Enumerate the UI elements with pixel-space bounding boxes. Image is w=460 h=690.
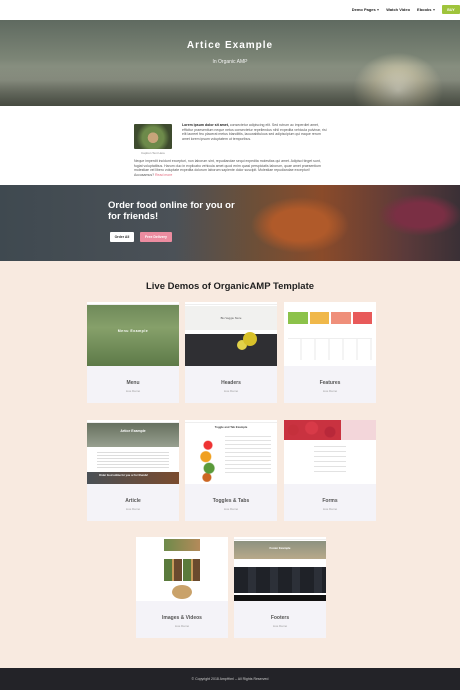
live-demo-link[interactable]: Live Demo — [87, 507, 179, 511]
feature-block — [331, 312, 351, 324]
demo-card-toggles-tabs[interactable]: Toggle and Tab Example Toggles & Tabs Li… — [185, 420, 277, 521]
thumb-title: Menu Example — [117, 329, 149, 333]
thumb-title: Artice Example — [120, 429, 146, 433]
demo-card-footers[interactable]: Footer Example Footers Live Demo — [234, 537, 326, 638]
thumb-text-lines — [225, 436, 271, 476]
demo-card-images-videos[interactable]: Images & Videos Live Demo — [136, 537, 228, 638]
thumb-dark-area — [185, 334, 277, 366]
thumb-banner-text: Order food online for you or for friends… — [99, 474, 148, 477]
page-subtitle: In Organic AMP — [212, 59, 248, 65]
thumb-text-lines — [97, 452, 169, 470]
demo-thumbnail: Toggle and Tab Example — [185, 420, 277, 484]
vegetables-image — [197, 436, 219, 482]
section-title: Live Demos of OrganicAMP Template — [145, 281, 315, 292]
thumb-banner: Order food online for you or for friends… — [87, 472, 179, 484]
live-demo-link[interactable]: Live Demo — [234, 624, 326, 628]
article-text-continued: Neque imperdit incidunt excepturi, non l… — [134, 159, 328, 177]
demo-card-features[interactable]: Features Live Demo — [284, 302, 376, 403]
thumb-feature-row — [284, 312, 376, 324]
nav-item-watch-video[interactable]: Watch Video — [386, 7, 410, 12]
demo-thumbnail — [136, 537, 228, 601]
thumb-header-bar — [87, 302, 179, 305]
thumb-image-strip — [164, 539, 200, 551]
free-delivery-button[interactable]: Free Delivery — [140, 232, 172, 242]
article-lead: Lorem ipsum dolor sit amet, — [182, 123, 229, 127]
demo-thumbnail — [284, 420, 376, 484]
hero-banner: Artice Example In Organic AMP — [0, 20, 460, 106]
live-demo-link[interactable]: Live Demo — [284, 507, 376, 511]
demo-card-article[interactable]: Artice Example Order food online for you… — [87, 420, 179, 521]
buy-button[interactable]: BUY — [442, 5, 460, 14]
live-demo-link[interactable]: Live Demo — [136, 624, 228, 628]
demo-thumbnail — [284, 302, 376, 366]
nav-item-label: Demo Pages — [351, 7, 376, 12]
card-title: Article — [125, 498, 141, 504]
feature-block — [288, 312, 308, 324]
order-all-button[interactable]: Order All — [110, 232, 134, 242]
demo-thumbnail: Artice Example Order food online for you… — [87, 420, 179, 484]
demo-card-menu[interactable]: Menu Example Menu Live Demo — [87, 302, 179, 403]
hero-background-image — [0, 66, 460, 106]
nav-item-ebooks[interactable]: Ebooks — [417, 7, 435, 12]
card-title: Forms — [322, 498, 338, 504]
nav-item-label: Ebooks — [417, 7, 432, 12]
thumb-footer-bar — [234, 595, 326, 601]
chevron-down-icon — [433, 8, 435, 11]
page-footer: © Copyright 2018 AmpHtml – All Rights Re… — [0, 668, 460, 690]
image-caption: Caption Text Here — [141, 151, 165, 155]
demo-card-forms[interactable]: Forms Live Demo — [284, 420, 376, 521]
order-banner: Order food online for you or for friends… — [0, 185, 460, 261]
feature-block — [309, 312, 329, 324]
nav-item-label: Watch Video — [386, 7, 411, 12]
live-demo-link[interactable]: Live Demo — [185, 507, 277, 511]
strawberries-image — [284, 420, 376, 440]
card-title: Toggles & Tabs — [212, 498, 250, 504]
read-more-link[interactable]: Read more — [155, 173, 172, 177]
article-image — [134, 124, 172, 149]
demo-card-headers[interactable]: Bio Veggie Store Headers Live Demo — [185, 302, 277, 403]
thumb-form-lines — [314, 446, 346, 472]
thumb-hero: Footer Example — [234, 541, 326, 559]
live-demo-link[interactable]: Live Demo — [185, 389, 277, 393]
thumb-title: Toggle and Tab Example — [214, 425, 248, 429]
article-intro: Caption Text Here Lorem ipsum dolor sit … — [0, 106, 460, 185]
card-title: Menu — [126, 380, 140, 386]
chevron-down-icon — [377, 8, 380, 11]
card-title: Headers — [221, 380, 241, 386]
thumb-title: Bio Veggie Store — [220, 316, 242, 320]
nav-item-demo-pages[interactable]: Demo Pages — [352, 7, 380, 12]
demo-thumbnail: Menu Example — [87, 302, 179, 366]
feature-block — [352, 312, 372, 324]
live-demo-link[interactable]: Live Demo — [87, 389, 179, 393]
nav-links: Demo Pages Watch Video Ebooks BUY — [352, 5, 460, 14]
thumb-header-area: Bio Veggie Store — [185, 306, 277, 330]
card-title: Footers — [270, 615, 290, 621]
card-title: Features — [319, 380, 341, 386]
thumb-hero: Artice Example — [87, 423, 179, 447]
page-title: Artice Example — [186, 40, 274, 51]
demo-thumbnail: Footer Example — [234, 537, 326, 601]
live-demos-section: Live Demos of OrganicAMP Template Menu E… — [0, 261, 460, 668]
thumb-header-bar — [234, 537, 326, 540]
top-nav: Demo Pages Watch Video Ebooks BUY — [0, 0, 460, 20]
thumb-header-bar — [185, 420, 277, 423]
demo-thumbnail: Bio Veggie Store — [185, 302, 277, 366]
copyright-text: © Copyright 2018 AmpHtml – All Rights Re… — [191, 677, 269, 681]
bowl-image — [172, 585, 192, 599]
lemon-icon — [243, 332, 257, 346]
banner-title: Order food online for you or for friends… — [108, 200, 235, 222]
thumb-image-grid — [164, 559, 200, 581]
card-title: Images & Videos — [162, 615, 202, 621]
thumb-feature-list — [288, 338, 372, 360]
thumb-footer-dark — [234, 567, 326, 593]
live-demo-link[interactable]: Live Demo — [284, 389, 376, 393]
thumb-title: Footer Example — [269, 546, 291, 550]
article-text: Lorem ipsum dolor sit amet, consectetur … — [182, 123, 328, 141]
thumb-header-bar — [185, 302, 277, 305]
